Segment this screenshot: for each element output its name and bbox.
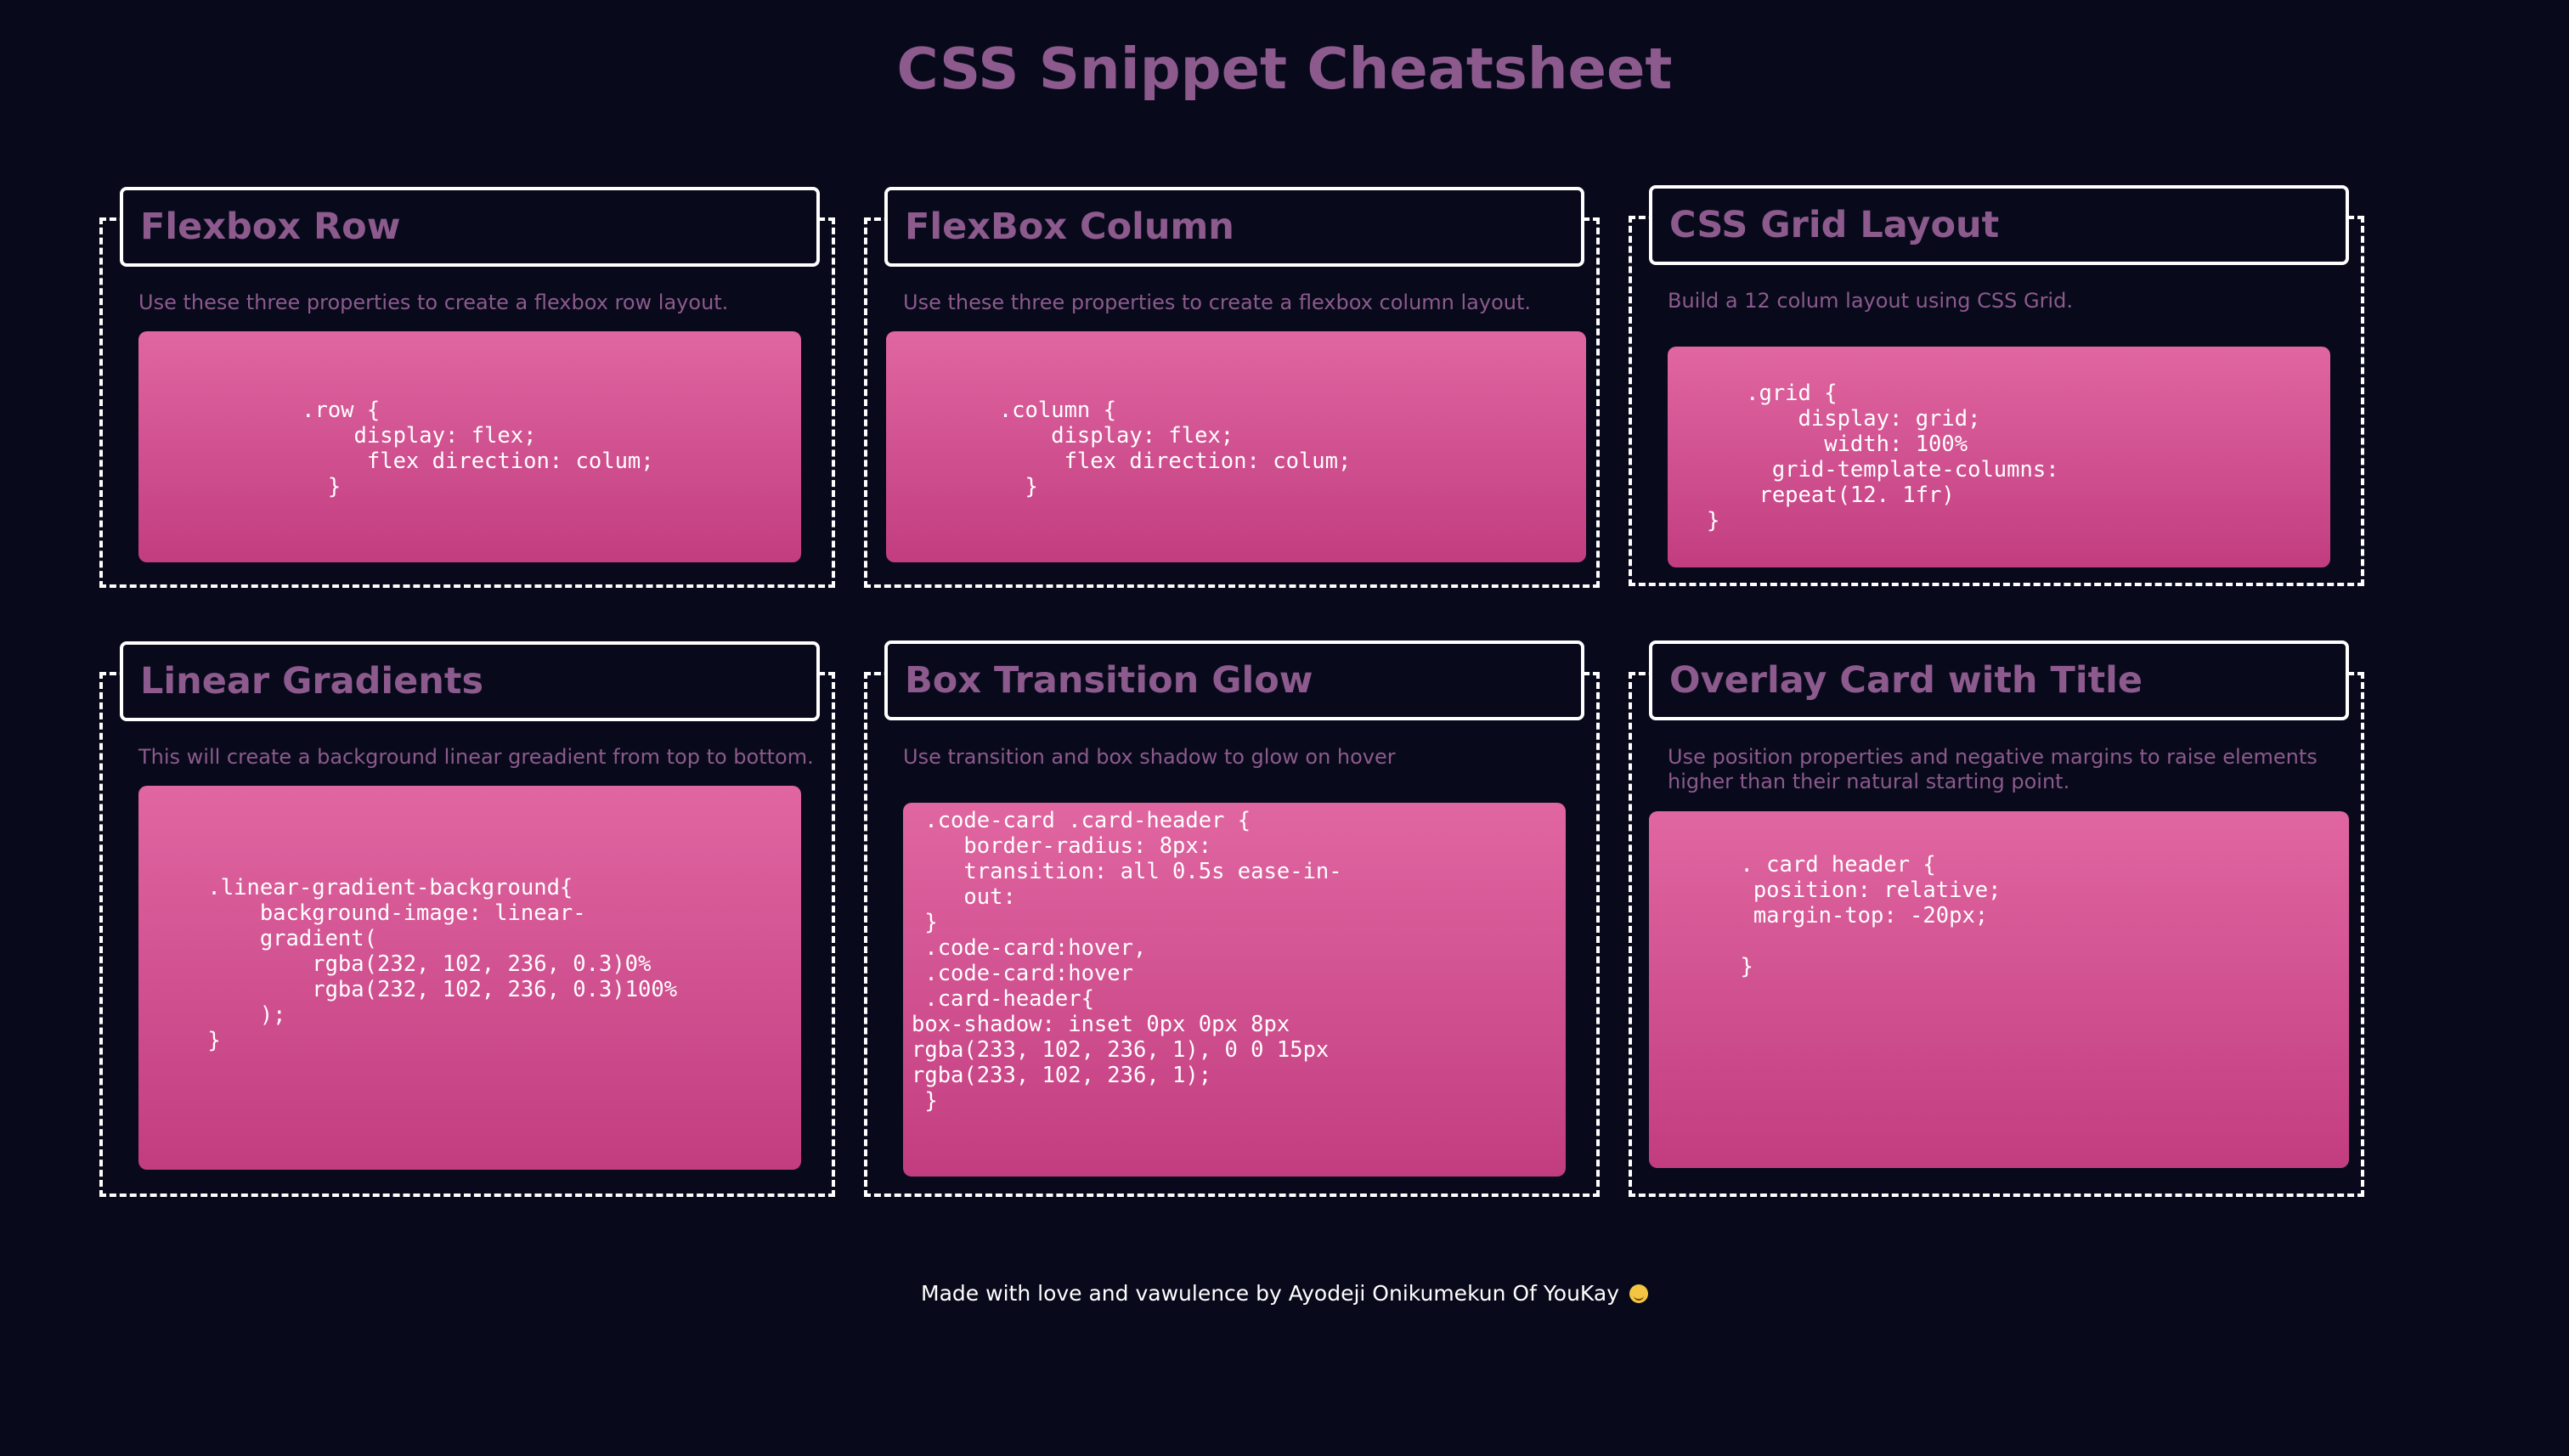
card-description: Use these three properties to create a f…: [138, 291, 729, 314]
code-snippet: .code-card .card-header { border-radius:…: [912, 808, 1342, 1114]
card-css-grid-layout: CSS Grid Layout Build a 12 colum layout …: [1629, 185, 2364, 586]
card-title: Box Transition Glow: [905, 659, 1313, 702]
code-box: .linear-gradient-background{ background-…: [138, 786, 801, 1170]
card-title: Linear Gradients: [140, 660, 484, 703]
code-snippet: .linear-gradient-background{ background-…: [207, 875, 678, 1053]
code-snippet: .grid { display: grid; width: 100% grid-…: [1707, 381, 2059, 533]
code-box: .row { display: flex; flex direction: co…: [138, 331, 801, 562]
card-box-transition-glow: Box Transition Glow Use transition and b…: [864, 641, 1600, 1197]
grinning-face-icon: [1629, 1284, 1648, 1303]
card-title: FlexBox Column: [905, 206, 1234, 248]
card-header[interactable]: FlexBox Column: [884, 187, 1584, 267]
card-header[interactable]: CSS Grid Layout: [1649, 185, 2349, 265]
code-snippet: .column { display: flex; flex direction:…: [998, 398, 1352, 499]
code-snippet: . card header { position: relative; marg…: [1740, 852, 2002, 979]
code-box: .code-card .card-header { border-radius:…: [903, 803, 1566, 1177]
card-description: Use transition and box shadow to glow on…: [903, 745, 1396, 769]
card-description: Use these three properties to create a f…: [903, 291, 1532, 314]
code-box: . card header { position: relative; marg…: [1649, 811, 2349, 1168]
page-title: CSS Snippet Cheatsheet: [896, 36, 1673, 102]
card-header[interactable]: Linear Gradients: [120, 641, 820, 721]
footer: Made with love and vawulence by Ayodeji …: [0, 1281, 2569, 1306]
code-box: .column { display: flex; flex direction:…: [886, 331, 1586, 562]
card-flexbox-column: FlexBox Column Use these three propertie…: [864, 187, 1600, 588]
code-box: .grid { display: grid; width: 100% grid-…: [1668, 347, 2330, 567]
footer-credit: Made with love and vawulence by Ayodeji …: [921, 1281, 1619, 1306]
card-flexbox-row: Flexbox Row Use these three properties t…: [99, 187, 835, 588]
card-header[interactable]: Flexbox Row: [120, 187, 820, 267]
card-description: Use position properties and negative mar…: [1668, 745, 2318, 793]
card-linear-gradients: Linear Gradients This will create a back…: [99, 641, 835, 1197]
card-header[interactable]: Overlay Card with Title: [1649, 641, 2349, 720]
card-title: CSS Grid Layout: [1669, 204, 2000, 246]
card-header[interactable]: Box Transition Glow: [884, 641, 1584, 720]
card-description: Build a 12 colum layout using CSS Grid.: [1668, 289, 2073, 313]
card-title: Overlay Card with Title: [1669, 659, 2143, 702]
card-title: Flexbox Row: [140, 206, 401, 248]
card-description: This will create a background linear gre…: [138, 745, 814, 769]
card-overlay-card-with-title: Overlay Card with Title Use position pro…: [1629, 641, 2364, 1197]
code-snippet: .row { display: flex; flex direction: co…: [302, 398, 654, 499]
